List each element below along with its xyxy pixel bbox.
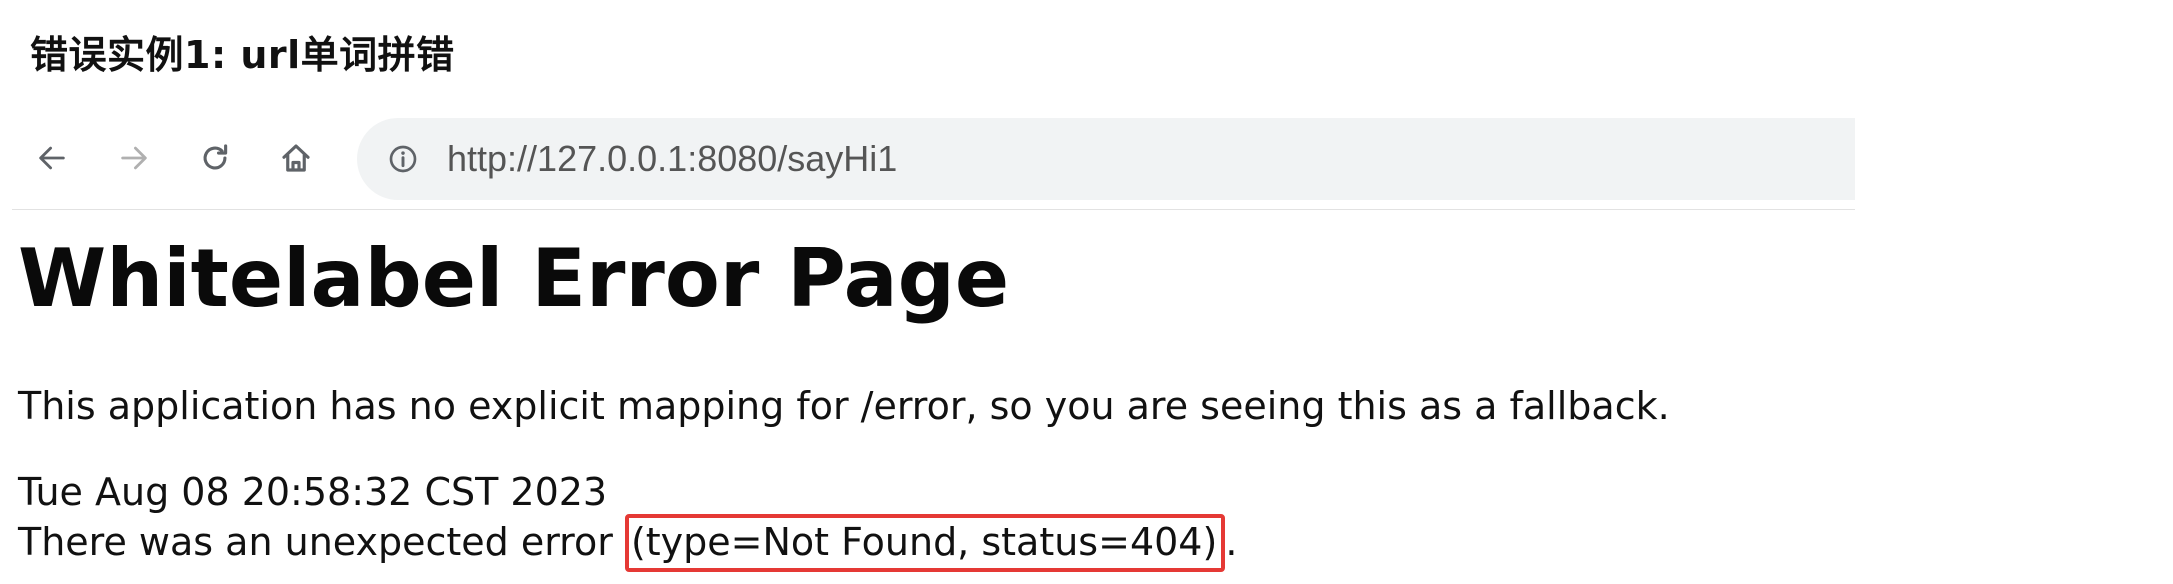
reload-icon — [203, 144, 228, 170]
back-button[interactable] — [26, 132, 78, 184]
home-icon — [282, 144, 310, 172]
page-title: Whitelabel Error Page — [18, 232, 1010, 325]
browser-toolbar: http://127.0.0.1:8080/sayHi1 — [0, 112, 1855, 207]
toolbar-divider — [12, 209, 1855, 210]
home-button[interactable] — [270, 132, 322, 184]
error-timestamp: Tue Aug 08 20:58:32 CST 2023 — [18, 470, 608, 514]
info-icon[interactable] — [385, 141, 421, 177]
arrow-left-icon — [39, 146, 65, 170]
arrow-right-icon — [121, 146, 147, 170]
error-suffix: . — [1225, 520, 1238, 564]
url-text[interactable]: http://127.0.0.1:8080/sayHi1 — [447, 138, 897, 180]
error-detail-highlight: (type=Not Found, status=404) — [624, 514, 1226, 572]
error-message: There was an unexpected error (type=Not … — [18, 514, 1238, 572]
annotation-caption: 错误实例1: url单词拼错 — [30, 33, 455, 77]
forward-button[interactable] — [108, 132, 160, 184]
error-description: This application has no explicit mapping… — [18, 384, 1670, 428]
error-prefix: There was an unexpected error — [18, 520, 625, 564]
address-bar[interactable]: http://127.0.0.1:8080/sayHi1 — [357, 118, 1855, 200]
reload-button[interactable] — [189, 132, 241, 184]
